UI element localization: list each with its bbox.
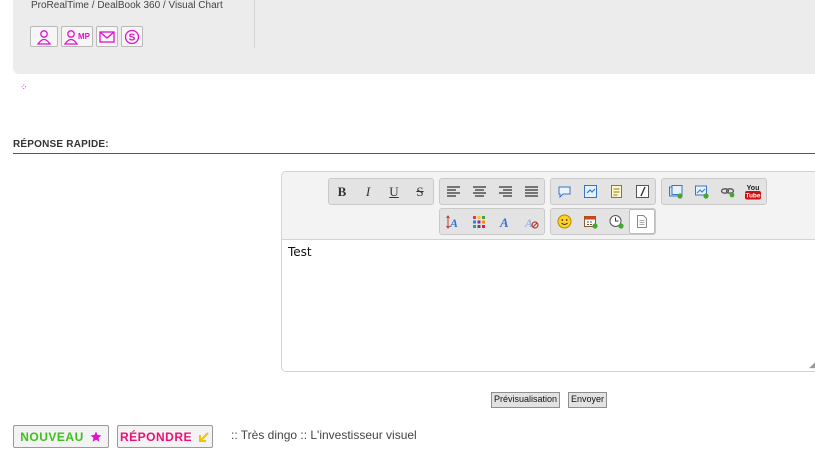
author-profile-panel: ProRealTime / DealBook 360 / Visual Char… — [13, 0, 815, 74]
new-topic-button[interactable]: NOUVEAU — [13, 425, 109, 448]
align-center-button[interactable] — [466, 179, 492, 204]
upload-image-icon — [694, 185, 709, 199]
code-icon — [583, 185, 597, 198]
font-size-icon: A — [445, 214, 458, 229]
strikethrough-label: S — [416, 183, 424, 199]
justify-button[interactable] — [518, 179, 544, 204]
quick-reply-editor: B I U S You Tube A A A Test — [281, 171, 815, 372]
underline-label: U — [389, 183, 399, 199]
upload-image-button[interactable] — [688, 179, 714, 204]
profile-icon[interactable] — [30, 26, 58, 47]
italic-label: I — [365, 183, 371, 199]
color-palette-icon — [473, 215, 485, 228]
arrow-down-left-icon — [199, 431, 209, 442]
insert-image-button[interactable] — [662, 179, 688, 204]
svg-text:S: S — [129, 32, 136, 43]
align-left-button[interactable] — [440, 179, 466, 204]
image-icon — [668, 185, 683, 199]
bold-button[interactable]: B — [329, 179, 355, 204]
media-group: You Tube — [661, 178, 767, 205]
svg-text:A: A — [449, 216, 458, 229]
clear-format-icon: A — [524, 216, 539, 229]
quick-reply-title: RÉPONSE RAPIDE: — [13, 139, 815, 154]
font-size-button[interactable]: A — [440, 209, 466, 234]
font-family-icon: A — [499, 215, 509, 229]
link-icon — [720, 188, 734, 198]
star-icon — [90, 431, 102, 442]
underline-button[interactable]: U — [381, 179, 407, 204]
send-button[interactable]: Envoyer — [568, 392, 608, 408]
insert-date-button[interactable] — [577, 209, 603, 234]
email-icon[interactable] — [96, 26, 118, 47]
calendar-icon — [583, 216, 598, 229]
text-style-group: B I U S — [328, 178, 434, 205]
smiley-icon — [557, 214, 571, 229]
insert-block-group — [550, 178, 656, 205]
resize-grip-icon[interactable]: ◢ — [809, 359, 815, 370]
svg-text:A: A — [524, 216, 533, 229]
remove-format-button[interactable]: A — [518, 209, 544, 234]
bold-label: B — [337, 183, 347, 199]
speech-bubble-icon — [558, 186, 570, 198]
breadcrumb[interactable]: :: Très dingo :: L'investisseur visuel — [231, 428, 417, 442]
code-button[interactable] — [577, 179, 603, 204]
justify-icon — [524, 186, 538, 197]
private-message-icon[interactable]: MP — [61, 26, 93, 47]
youtube-bottom-text: Tube — [745, 193, 760, 200]
font-group: A A A — [439, 208, 545, 235]
quote-button[interactable] — [551, 179, 577, 204]
reply-button[interactable]: RÉPONDRE — [117, 425, 213, 448]
source-view-button[interactable] — [629, 209, 655, 234]
reply-label: RÉPONDRE — [119, 429, 192, 444]
insert-time-button[interactable] — [603, 209, 629, 234]
reply-textarea[interactable]: Test — [288, 245, 312, 259]
align-center-icon — [472, 186, 486, 197]
strikethrough-button[interactable]: S — [407, 179, 433, 204]
editor-toolbar: B I U S You Tube A A A — [282, 172, 815, 240]
align-right-button[interactable] — [492, 179, 518, 204]
profile-divider — [254, 0, 255, 48]
youtube-top-text: You — [747, 185, 760, 192]
svg-text:A: A — [499, 215, 509, 229]
new-topic-label: NOUVEAU — [20, 429, 84, 444]
preview-button[interactable]: Prévisualisation — [491, 392, 561, 408]
align-right-icon — [498, 186, 512, 197]
document-icon — [637, 215, 647, 228]
youtube-icon: YouTube — [745, 185, 761, 200]
spoiler-button[interactable] — [603, 179, 629, 204]
contact-icons: MP S — [30, 26, 143, 47]
decorative-dots-icon: ⁘ — [20, 82, 28, 92]
private-message-label: MP — [78, 32, 90, 41]
align-left-icon — [446, 186, 460, 197]
clock-icon — [609, 215, 624, 229]
hide-button[interactable] — [629, 179, 655, 204]
insert-misc-group — [550, 208, 656, 235]
broker-list: ProRealTime / DealBook 360 / Visual Char… — [31, 0, 223, 11]
font-family-button[interactable]: A — [492, 209, 518, 234]
youtube-button[interactable]: You Tube — [740, 179, 766, 204]
emoticon-button[interactable] — [551, 209, 577, 234]
alignment-group — [439, 178, 545, 205]
insert-link-button[interactable] — [714, 179, 740, 204]
slash-box-icon — [635, 185, 649, 198]
italic-button[interactable]: I — [355, 179, 381, 204]
skype-icon[interactable]: S — [121, 26, 143, 47]
note-icon — [610, 185, 622, 198]
font-color-button[interactable] — [466, 209, 492, 234]
